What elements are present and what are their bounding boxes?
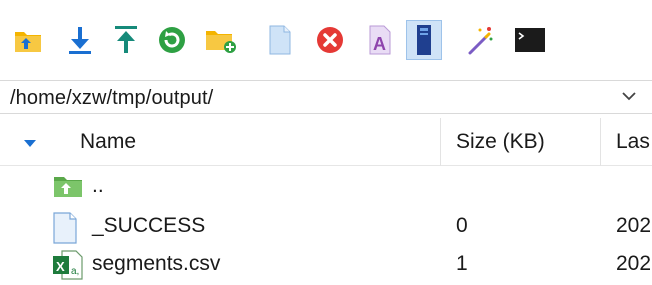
column-divider[interactable] xyxy=(440,118,441,166)
path-bar: /home/xzw/tmp/output/ xyxy=(0,80,652,114)
list-item-parent[interactable]: .. xyxy=(0,168,652,206)
properties-icon xyxy=(417,25,431,55)
svg-text:X: X xyxy=(56,259,65,274)
parent-folder-icon xyxy=(52,172,84,205)
column-headers: Name Size (KB) Las xyxy=(0,118,652,166)
file-size: 0 xyxy=(456,214,468,237)
file-size: 1 xyxy=(456,252,468,275)
delete-icon xyxy=(317,27,343,53)
new-file-button[interactable] xyxy=(262,20,298,60)
sort-arrow-icon[interactable] xyxy=(22,136,38,154)
column-header-last[interactable]: Las xyxy=(616,130,650,154)
column-header-size[interactable]: Size (KB) xyxy=(456,130,545,154)
download-icon xyxy=(69,27,91,54)
toolbar: A xyxy=(0,0,652,80)
column-header-name[interactable]: Name xyxy=(80,130,136,154)
new-file-icon xyxy=(269,25,291,55)
file-name: .. xyxy=(92,174,104,197)
svg-text:a,: a, xyxy=(71,266,79,277)
upload-icon xyxy=(115,26,137,53)
properties-button[interactable] xyxy=(406,20,442,60)
svg-text:A: A xyxy=(373,34,386,54)
list-item[interactable]: _SUCCESS 0 202 xyxy=(0,208,652,246)
new-folder-icon xyxy=(206,31,236,53)
new-folder-button[interactable] xyxy=(202,20,238,60)
go-parent-folder-icon xyxy=(15,32,41,52)
refresh-button[interactable] xyxy=(154,20,190,60)
go-parent-folder-button[interactable] xyxy=(10,20,46,60)
path-input[interactable]: /home/xzw/tmp/output/ xyxy=(10,87,213,110)
terminal-button[interactable] xyxy=(512,20,548,60)
refresh-icon xyxy=(159,27,185,53)
chevron-down-icon[interactable] xyxy=(620,87,638,110)
rename-icon: A xyxy=(369,25,391,55)
download-button[interactable] xyxy=(62,20,98,60)
list-item[interactable]: X a, segments.csv 1 202 xyxy=(0,246,652,284)
file-name: _SUCCESS xyxy=(92,214,206,237)
file-last-modified: 202 xyxy=(616,252,652,275)
magic-wand-icon xyxy=(468,27,493,55)
delete-button[interactable] xyxy=(312,20,348,60)
upload-button[interactable] xyxy=(108,20,144,60)
rename-button[interactable]: A xyxy=(362,20,398,60)
file-last-modified: 202 xyxy=(616,214,652,237)
file-name: segments.csv xyxy=(92,252,221,275)
excel-csv-icon: X a, xyxy=(52,250,84,285)
file-icon xyxy=(52,212,78,249)
terminal-icon xyxy=(515,28,545,52)
column-divider[interactable] xyxy=(600,118,601,166)
magic-wand-button[interactable] xyxy=(462,20,498,60)
